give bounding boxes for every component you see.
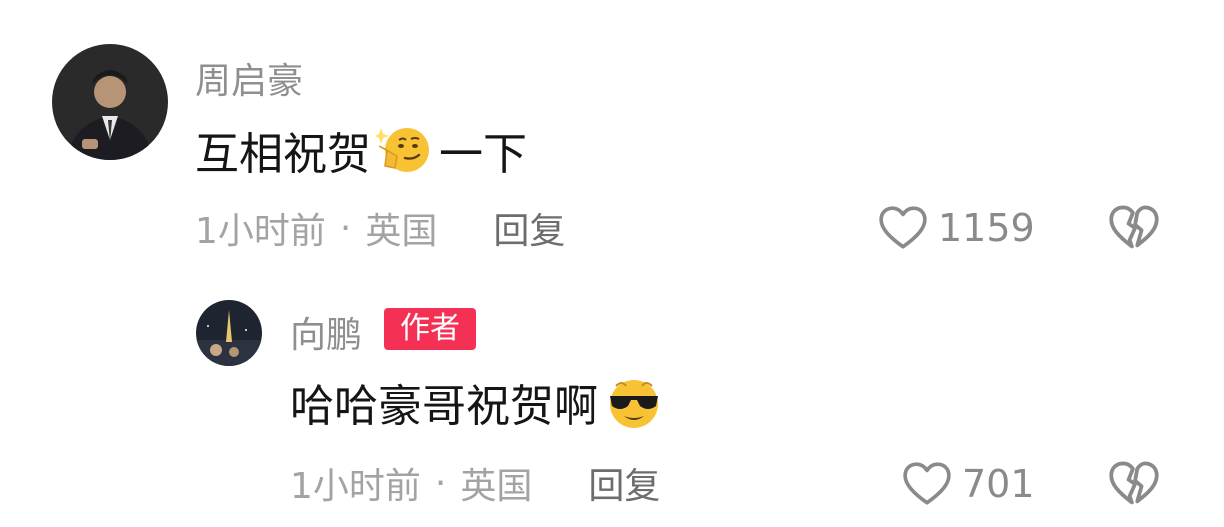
reply-like-count: 701 bbox=[962, 462, 1035, 506]
comment-location: 英国 bbox=[365, 211, 438, 252]
reply-location: 英国 bbox=[460, 466, 533, 507]
like-count: 1159 bbox=[938, 206, 1035, 250]
reply-like-button[interactable]: 701 bbox=[902, 460, 1035, 508]
reply-meta: 1小时前 · 英国 回复 bbox=[290, 457, 660, 509]
broken-heart-icon bbox=[1108, 461, 1160, 512]
comment-text: 互相祝贺 一下 bbox=[195, 124, 527, 180]
reply-dislike-button[interactable] bbox=[1108, 460, 1160, 508]
meta-separator: · bbox=[434, 462, 447, 504]
comment-time: 1小时前 bbox=[195, 211, 326, 252]
comment-username[interactable]: 周启豪 bbox=[195, 52, 303, 104]
dislike-button[interactable] bbox=[1108, 204, 1160, 252]
avatar[interactable] bbox=[52, 44, 168, 160]
meta-separator: · bbox=[339, 207, 352, 249]
reply-reply-button[interactable]: 回复 bbox=[588, 457, 660, 509]
sunglasses-emoji-icon bbox=[604, 374, 664, 430]
reply-text-before: 哈哈豪哥祝贺啊 bbox=[290, 381, 598, 432]
broken-heart-icon bbox=[1108, 205, 1160, 256]
heart-icon bbox=[878, 205, 928, 251]
comment-meta: 1小时前 · 英国 回复 bbox=[195, 202, 565, 254]
comment-text-before: 互相祝贺 bbox=[195, 129, 371, 180]
reply-text: 哈哈豪哥祝贺啊 bbox=[290, 374, 664, 432]
thinking-smirk-emoji-icon bbox=[375, 124, 435, 176]
reply-avatar[interactable] bbox=[196, 300, 262, 366]
author-badge: 作者 bbox=[384, 308, 476, 350]
reply-button[interactable]: 回复 bbox=[493, 202, 565, 254]
reply-username[interactable]: 向鹏 bbox=[290, 306, 362, 358]
like-button[interactable]: 1159 bbox=[878, 204, 1035, 252]
comment-text-after: 一下 bbox=[439, 129, 527, 180]
reply-time: 1小时前 bbox=[290, 466, 421, 507]
heart-icon bbox=[902, 461, 952, 507]
